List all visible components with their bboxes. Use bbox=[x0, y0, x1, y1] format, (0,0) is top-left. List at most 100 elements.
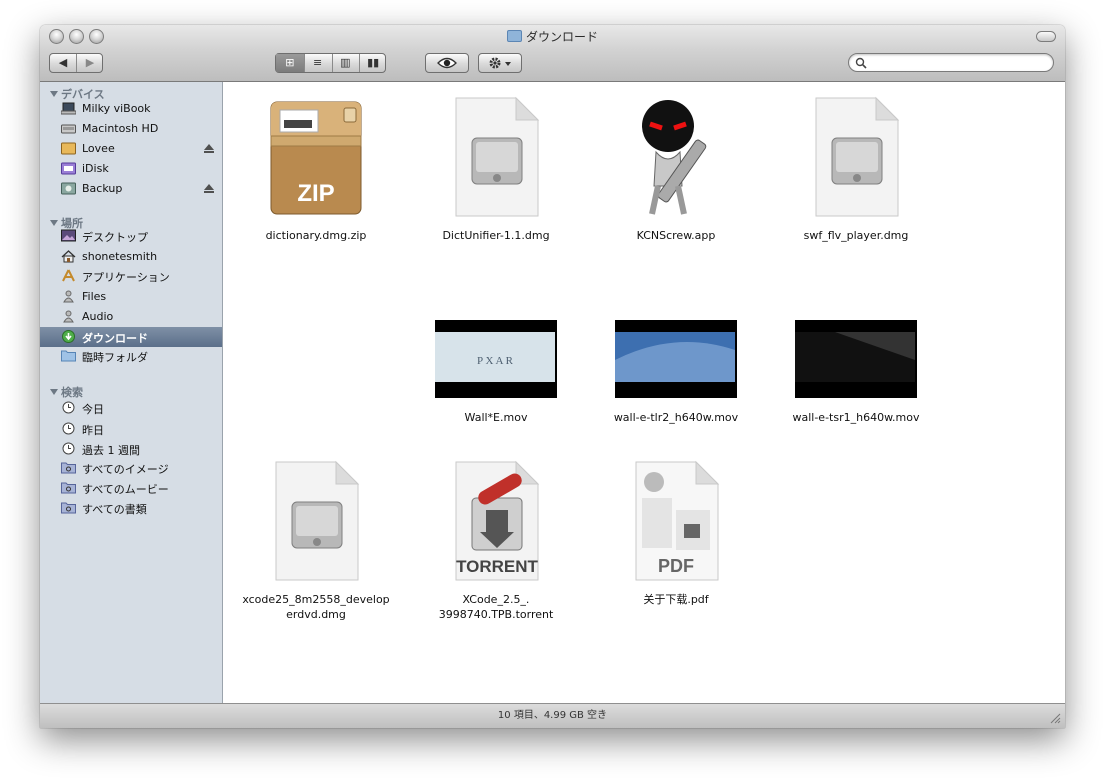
smart-folder-icon bbox=[61, 481, 76, 494]
sidebar-item-label: 過去 1 週間 bbox=[82, 444, 140, 457]
sidebar-item-label: すべてのムービー bbox=[82, 483, 169, 496]
sidebar-item[interactable]: すべてのイメージ bbox=[40, 458, 222, 478]
sidebar-item[interactable]: Lovee bbox=[40, 139, 222, 159]
file-item[interactable]: KCNScrew.app bbox=[586, 82, 766, 262]
torrent-badge-text: TORRENT bbox=[456, 557, 538, 576]
file-name-label[interactable]: wall-e-tsr1_h640w.mov bbox=[766, 410, 946, 425]
downloads-icon bbox=[61, 330, 76, 343]
sidebar-item[interactable]: Backup bbox=[40, 179, 222, 199]
action-menu-button[interactable] bbox=[478, 53, 522, 73]
folder-icon bbox=[506, 30, 522, 42]
segment-divider bbox=[331, 54, 333, 72]
eye-icon bbox=[437, 57, 457, 69]
disclosure-triangle-icon[interactable] bbox=[50, 91, 58, 97]
sidebar-item[interactable]: すべてのムービー bbox=[40, 478, 222, 498]
file-icon[interactable]: ZIP bbox=[266, 96, 366, 220]
sidebar-item[interactable]: 今日 bbox=[40, 398, 222, 418]
window-title-text: ダウンロード bbox=[525, 30, 598, 44]
sidebar-item-label: Files bbox=[82, 290, 107, 303]
forward-button[interactable]: ▶ bbox=[77, 54, 103, 72]
toolbar-toggle-button[interactable] bbox=[1036, 31, 1056, 42]
eject-icon[interactable] bbox=[204, 184, 214, 193]
resize-grip-icon[interactable] bbox=[1050, 713, 1061, 724]
movie-thumbnail-icon bbox=[615, 320, 737, 398]
file-icon[interactable] bbox=[795, 278, 917, 402]
quicklook-button[interactable] bbox=[425, 53, 469, 73]
status-bar: 10 項目、4.99 GB 空き bbox=[40, 703, 1065, 728]
file-item[interactable]: DictUnifier-1.1.dmg bbox=[406, 82, 586, 262]
sidebar-item-label: iDisk bbox=[82, 162, 109, 175]
applications-icon bbox=[61, 269, 76, 282]
file-item[interactable]: PDF 关于下载.pdf bbox=[586, 446, 766, 626]
external-disk-icon bbox=[61, 142, 76, 155]
sidebar-item[interactable]: Milky viBook bbox=[40, 99, 222, 119]
file-item[interactable]: wall-e-tlr2_h640w.mov bbox=[586, 264, 766, 444]
sidebar-item[interactable]: 昨日 bbox=[40, 419, 222, 439]
sidebar-item[interactable]: ダウンロード bbox=[40, 327, 222, 347]
file-name-label[interactable]: xcode25_8m2558_develop bbox=[226, 592, 406, 607]
home-icon bbox=[61, 250, 76, 263]
clock-icon bbox=[61, 422, 76, 435]
sidebar-item-label: Milky viBook bbox=[82, 102, 151, 115]
file-name-label[interactable]: wall-e-tlr2_h640w.mov bbox=[586, 410, 766, 425]
file-name-label[interactable]: swf_flv_player.dmg bbox=[766, 228, 946, 243]
file-name-label[interactable]: dictionary.dmg.zip bbox=[226, 228, 406, 243]
file-name-label[interactable]: 关于下载.pdf bbox=[586, 592, 766, 607]
sidebar-item[interactable]: デスクトップ bbox=[40, 226, 222, 246]
file-icon[interactable]: PDF bbox=[626, 460, 726, 584]
sidebar-item[interactable]: 過去 1 週間 bbox=[40, 439, 222, 459]
file-name-label[interactable]: XCode_2.5_. bbox=[406, 592, 586, 607]
torrent-file-icon: TORRENT bbox=[455, 460, 540, 581]
file-name-label[interactable]: erdvd.dmg bbox=[226, 607, 406, 622]
app-robot-icon bbox=[642, 100, 707, 215]
file-icon[interactable] bbox=[266, 460, 366, 584]
sidebar-item-label: すべての書類 bbox=[82, 503, 147, 516]
sidebar-item[interactable]: shonetesmith bbox=[40, 247, 222, 267]
file-icon[interactable]: P X A R bbox=[435, 278, 557, 402]
file-item[interactable]: swf_flv_player.dmg bbox=[766, 82, 946, 262]
file-icon[interactable]: TORRENT bbox=[446, 460, 546, 584]
icon-view-button[interactable]: ⊞ bbox=[276, 54, 304, 72]
file-item[interactable]: ZIP dictionary.dmg.zip bbox=[226, 82, 406, 262]
sidebar-item[interactable]: 臨時フォルダ bbox=[40, 346, 222, 366]
person-icon bbox=[61, 310, 76, 323]
coverflow-view-button[interactable]: ▮▮ bbox=[359, 54, 387, 72]
file-name-label[interactable]: 3998740.TPB.torrent bbox=[406, 607, 586, 622]
back-button[interactable]: ◀ bbox=[50, 54, 76, 72]
file-item[interactable]: TORRENT XCode_2.5_. 3998740.TPB.torrent bbox=[406, 446, 586, 626]
desktop-icon bbox=[61, 229, 76, 242]
file-icon[interactable] bbox=[446, 96, 546, 220]
search-input[interactable] bbox=[869, 55, 1049, 71]
zip-badge-text: ZIP bbox=[297, 180, 334, 207]
list-view-button[interactable]: ≡ bbox=[304, 54, 332, 72]
sidebar-item-label: デスクトップ bbox=[82, 231, 148, 244]
sidebar-item[interactable]: アプリケーション bbox=[40, 266, 222, 286]
window-title: ダウンロード bbox=[40, 28, 1065, 45]
sidebar-item[interactable]: Macintosh HD bbox=[40, 119, 222, 139]
column-view-button[interactable]: ▥ bbox=[332, 54, 360, 72]
sidebar-item[interactable]: iDisk bbox=[40, 159, 222, 179]
file-icon[interactable] bbox=[806, 96, 906, 220]
search-field[interactable] bbox=[848, 53, 1054, 72]
eject-icon[interactable] bbox=[204, 144, 214, 153]
pdf-badge-text: PDF bbox=[658, 556, 694, 576]
file-name-label[interactable]: Wall*E.mov bbox=[406, 410, 586, 425]
file-icon[interactable] bbox=[626, 96, 726, 220]
file-item[interactable]: xcode25_8m2558_develop erdvd.dmg bbox=[226, 446, 406, 626]
file-icon-grid: ZIP dictionary.dmg.zip DictUnifier-1.1.dmg… bbox=[223, 82, 1065, 704]
pdf-file-icon: PDF bbox=[635, 460, 720, 581]
sidebar-item-label: 今日 bbox=[82, 403, 104, 416]
sidebar-item-label: 昨日 bbox=[82, 424, 104, 437]
sidebar-item-label: Backup bbox=[82, 182, 123, 195]
sidebar-item[interactable]: すべての書類 bbox=[40, 498, 222, 518]
sidebar-item[interactable]: Files bbox=[40, 287, 222, 307]
sidebar-item-label: Macintosh HD bbox=[82, 122, 159, 135]
sidebar-item[interactable]: Audio bbox=[40, 307, 222, 327]
file-name-label[interactable]: KCNScrew.app bbox=[586, 228, 766, 243]
disclosure-triangle-icon[interactable] bbox=[50, 389, 58, 395]
file-item[interactable]: P X A R Wall*E.mov bbox=[406, 264, 586, 444]
sidebar-item-label: Lovee bbox=[82, 142, 115, 155]
file-item[interactable]: wall-e-tsr1_h640w.mov bbox=[766, 264, 946, 444]
file-name-label[interactable]: DictUnifier-1.1.dmg bbox=[406, 228, 586, 243]
file-icon[interactable] bbox=[615, 278, 737, 402]
